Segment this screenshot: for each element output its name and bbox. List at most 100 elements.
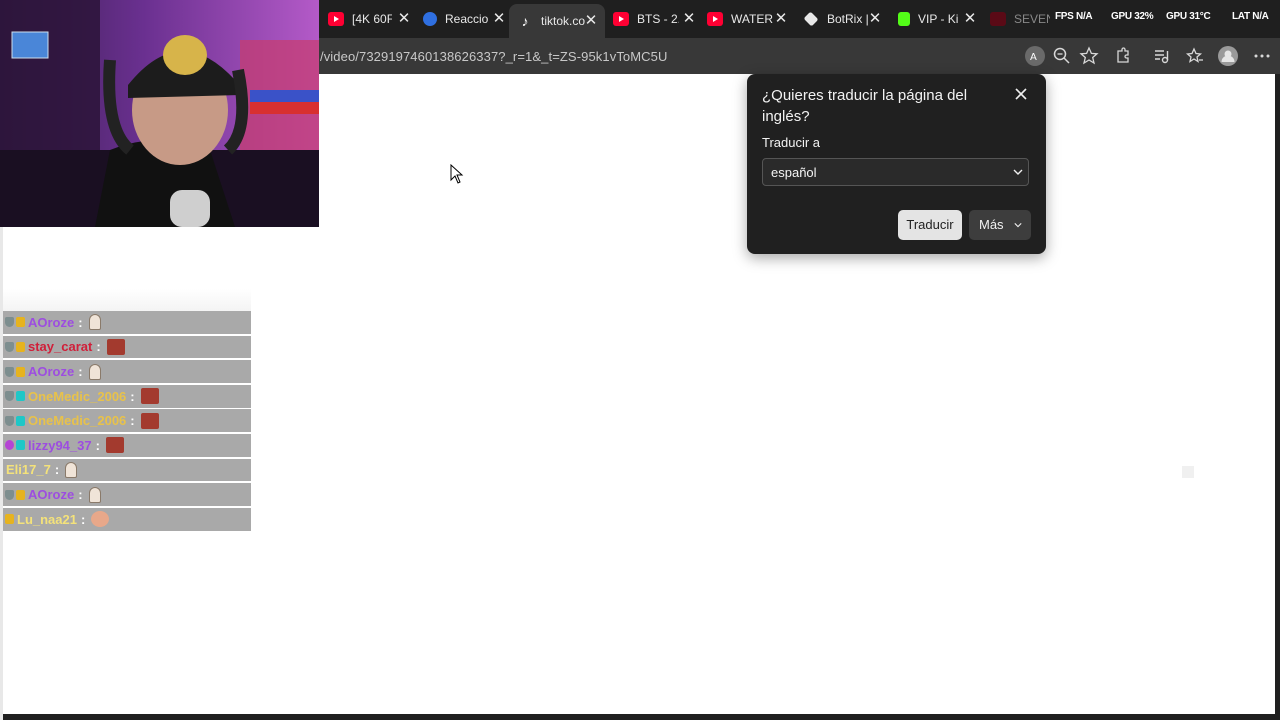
chat-username: Eli17_7 <box>6 462 51 478</box>
chat-message: OneMedic_2006: <box>3 409 251 433</box>
face-emote-icon <box>140 388 159 405</box>
chat-separator: : <box>54 462 60 478</box>
vip-badge-icon <box>16 415 25 426</box>
profile-avatar-icon[interactable] <box>1218 46 1238 66</box>
hand-emote-icon <box>88 363 101 380</box>
more-menu-icon[interactable] <box>1252 46 1272 66</box>
address-bar-url[interactable]: /video/7329197460138626337?_r=1&_t=ZS-95… <box>320 49 667 64</box>
close-tab-icon[interactable]: ✕ <box>867 10 883 28</box>
tab-title: SEVENT <box>1014 12 1050 26</box>
chat-separator: : <box>130 388 135 404</box>
more-button-label: Más <box>979 217 1004 232</box>
streamer-webcam-image <box>0 0 319 227</box>
favorites-icon[interactable] <box>1185 46 1205 66</box>
window-edge <box>0 227 3 720</box>
tab-title: tiktok.co <box>541 14 585 28</box>
latency-readout: LAT N/A <box>1232 11 1269 22</box>
tab-title: VIP - Ki <box>918 12 958 26</box>
more-options-button[interactable]: Más <box>969 210 1031 240</box>
chat-overlay: AOroze: stay_carat: AOroze: OneMedic_2006: O… <box>3 311 251 532</box>
browser-tab[interactable]: [4K 60FF ✕ <box>328 6 412 32</box>
chat-message: lizzy94_37: <box>3 433 251 457</box>
chat-username: stay_carat <box>28 339 93 355</box>
botrix-icon <box>803 11 819 27</box>
tab-title: BTS - 2.0 <box>637 12 679 26</box>
browser-tab-active[interactable]: ♪ tiktok.co ✕ <box>509 4 605 38</box>
shield-badge-icon <box>5 489 14 500</box>
page-placeholder <box>1182 466 1194 478</box>
close-tab-icon[interactable]: ✕ <box>396 10 412 28</box>
chat-separator: : <box>80 511 86 527</box>
browser-tab[interactable]: VIP - Ki ✕ <box>898 6 978 32</box>
face-emote-icon <box>106 338 125 355</box>
chat-username: lizzy94_37 <box>28 437 92 453</box>
vip-badge-icon <box>16 440 25 451</box>
hand-emote-icon <box>88 486 101 503</box>
crown-badge-icon <box>16 317 25 328</box>
chat-separator: : <box>95 437 100 453</box>
translate-to-label: Traducir a <box>762 135 821 150</box>
tab-title: WATERB <box>731 12 773 26</box>
close-tab-icon[interactable]: ✕ <box>583 12 599 30</box>
vip-badge-icon <box>16 391 25 402</box>
browser-tab[interactable]: BTS - 2.0 ✕ <box>613 6 697 32</box>
extensions-icon[interactable] <box>1113 46 1133 66</box>
youtube-icon <box>328 12 344 26</box>
browser-tab[interactable]: WATERB ✕ <box>707 6 789 32</box>
browser-tab[interactable]: Reaccior ✕ <box>423 6 507 32</box>
chat-message: AOroze: <box>3 483 251 506</box>
chat-separator: : <box>96 339 101 355</box>
close-icon[interactable] <box>1013 86 1029 102</box>
chat-fade <box>3 289 251 311</box>
chat-separator: : <box>78 487 83 503</box>
chat-message: stay_carat: <box>3 335 251 359</box>
hand-emote-icon <box>88 314 101 331</box>
close-tab-icon[interactable]: ✕ <box>773 10 789 28</box>
shield-badge-icon <box>5 317 14 328</box>
gpu-readout: GPU 32% <box>1111 11 1154 22</box>
chat-username: Lu_naa21 <box>17 511 77 527</box>
close-tab-icon[interactable]: ✕ <box>962 10 978 28</box>
shield-badge-icon <box>5 341 14 352</box>
tab-title: [4K 60FF <box>352 12 392 26</box>
favorite-star-icon[interactable] <box>1079 46 1099 66</box>
crown-badge-icon <box>16 341 25 352</box>
language-value: español <box>771 165 817 180</box>
chat-message: OneMedic_2006: <box>3 384 251 408</box>
translate-button[interactable]: Traducir <box>898 210 962 240</box>
language-select[interactable]: español <box>762 158 1029 186</box>
media-control-icon[interactable] <box>1151 46 1171 66</box>
kick-icon <box>898 12 910 26</box>
face-emote-icon <box>140 412 159 429</box>
chat-message: AOroze: <box>3 360 251 383</box>
fps-readout: FPS N/A <box>1055 11 1093 22</box>
browser-tab[interactable]: SEVENT <box>990 6 1050 32</box>
browser-tab[interactable]: BotRix | ✕ <box>803 6 883 32</box>
popup-title: ¿Quieres traducir la página del inglés? <box>762 87 968 125</box>
chat-separator: : <box>78 364 83 380</box>
chat-message: Eli17_7: <box>3 458 251 482</box>
chat-separator: : <box>130 413 135 429</box>
svg-text:A: A <box>1030 52 1037 63</box>
close-tab-icon[interactable]: ✕ <box>681 10 697 28</box>
chat-username: AOroze <box>28 364 75 380</box>
heart-badge-icon <box>5 440 14 451</box>
shield-badge-icon <box>5 366 14 377</box>
hand-emote-icon <box>65 461 78 478</box>
mouse-cursor-icon <box>450 164 464 184</box>
chevron-down-icon <box>1013 169 1023 175</box>
shield-badge-icon <box>5 391 14 402</box>
tab-title: Reaccior <box>445 12 489 26</box>
window-border <box>1275 74 1280 720</box>
chat-message: AOroze: <box>3 311 251 334</box>
face-emote-icon <box>105 437 124 454</box>
close-tab-icon[interactable]: ✕ <box>491 10 507 28</box>
zoom-icon[interactable] <box>1052 46 1072 66</box>
chat-username: AOroze <box>28 314 75 330</box>
translate-popup: ¿Quieres traducir la página del inglés? … <box>747 74 1046 254</box>
tiktok-icon: ♪ <box>521 13 529 29</box>
translate-icon[interactable]: A <box>1025 46 1045 66</box>
youtube-icon <box>990 12 1006 26</box>
chat-message: Lu_naa21: <box>3 507 251 531</box>
c-logo-icon <box>423 12 437 26</box>
